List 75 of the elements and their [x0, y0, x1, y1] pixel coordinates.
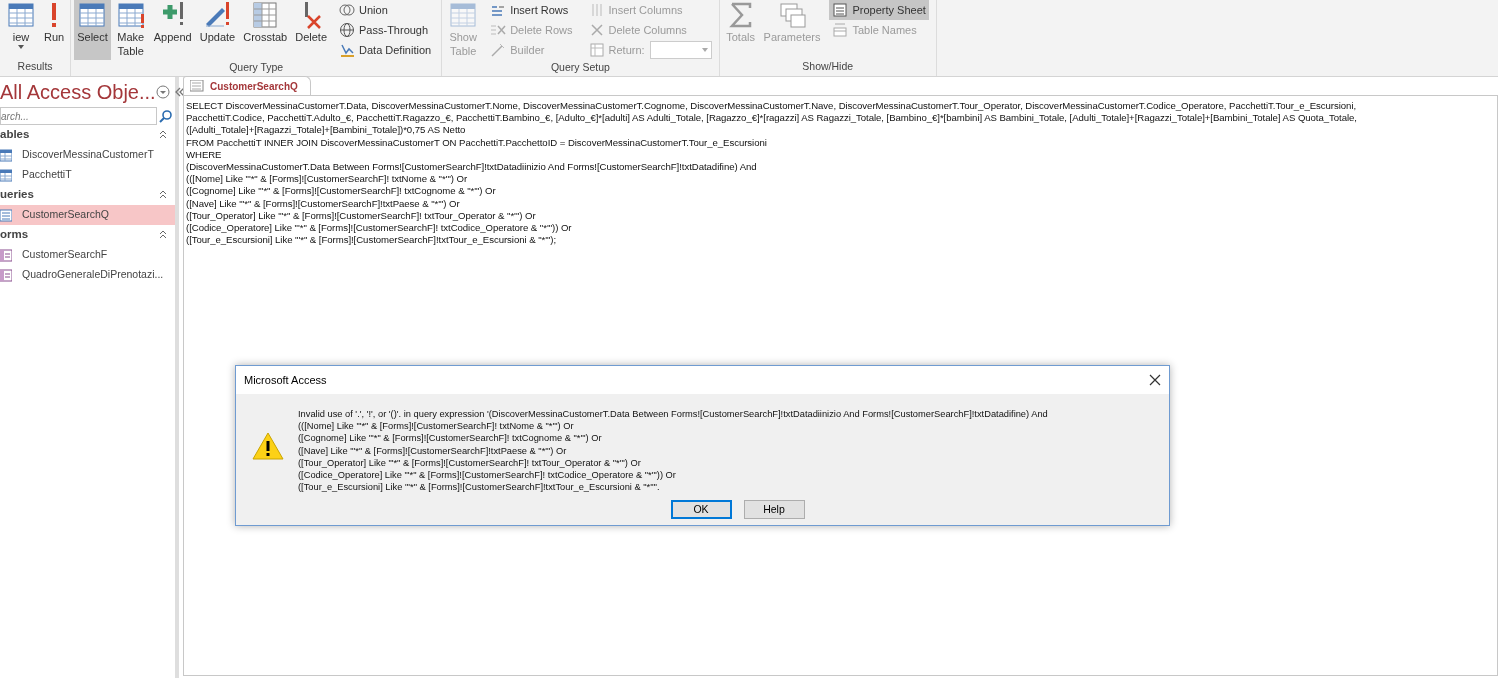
section-header[interactable]: ueries [0, 186, 34, 204]
group-label: Query Setup [549, 60, 611, 75]
ribbon-button[interactable]: Append [150, 0, 195, 60]
message-line: Invalid use of '.', '!', or '()'. in query expression '(DiscoverMessinaCustomerT.Data Between Forms![CustomerSearchF]!txtDatadiinizio And Forms![CustomerSearchF]!txtDatadifine) And [298, 408, 1048, 421]
close-icon [1149, 374, 1161, 386]
collapse-icon [159, 130, 167, 140]
caret-icon [701, 48, 708, 52]
sql-line: ([Adulti_Totale]+[Ragazzi_Totale]+[Bambini_Totale])*0,75 AS Netto [186, 124, 467, 137]
wand-icon [490, 42, 507, 58]
ribbon-button[interactable]: iew [3, 0, 39, 59]
nav-item[interactable]: CustomerSearchF [0, 245, 175, 265]
ribbon-button[interactable]: Delete [292, 0, 330, 60]
query-icon [190, 80, 204, 92]
search-icon [159, 109, 173, 123]
collapse-icon [173, 86, 186, 98]
sql-line: ([Codice_Operatore] Like "'*" & [Forms]![CustomerSearchF]! txtCodice_Operatore & "*'")) Or [186, 222, 573, 235]
nav-item[interactable]: PacchettiT [0, 165, 175, 185]
exclamation-icon [52, 3, 57, 27]
search-field[interactable]: arch... [0, 107, 157, 125]
warning-icon [252, 432, 284, 460]
globe-icon [339, 22, 355, 38]
message-line: ([Cognome] Like "'*" & [Forms]![CustomerSearchF]! txtCognome & "*'") Or [298, 432, 603, 445]
message-line: ([Tour_Operator] Like "'*" & [Forms]![CustomerSearchF]! txtTour_Operator & "*'") Or [298, 456, 642, 469]
sql-line: PacchettiT.Codice, PacchettiT.Adulto_€, PacchettiT.Ragazzo_€, PacchettiT.Bambino_€, [Adulto_€]*[adulti] AS Adulti_Totale, [Ragazzo_€]*[ragazzi] AS Ragazzi_Totale, [Bambino_€]*[bambini] AS Bambini_Totale, [Adulti_Totale]+[Ragazzi_Totale]+[Bambini_Totale] AS Quota_Totale, [186, 112, 1358, 125]
message-line: ([Codice_Operatore] Like "'*" & [Forms]![CustomerSearchF]! txtCodice_Operatore & "*'")) Or [298, 469, 677, 482]
table-icon [77, 0, 108, 30]
collapse-icon [159, 190, 167, 200]
sql-line: ([Tour_Operator] Like "'*" & [Forms]![CustomerSearchF]! txtTour_Operator & "*'") Or [186, 209, 537, 223]
nav-item[interactable]: QuadroGeneraleDiPrenotazi... [0, 265, 175, 285]
ribbon-button[interactable]: Insert Rows [487, 0, 576, 20]
ribbon-button[interactable]: Select [74, 0, 111, 60]
ribbon-button[interactable]: Union [336, 0, 435, 20]
message-line: ([Tour_e_Escursioni] Like "'*" & [Forms]![CustomerSearchF]!txtTour_e_Escursioni & "*'"'. [298, 481, 661, 494]
delete-columns-icon [588, 22, 605, 38]
list-icon [832, 2, 849, 18]
group-label: Show/Hide [801, 59, 855, 74]
nav-item[interactable]: CustomerSearchQ [0, 205, 175, 225]
caret-icon [17, 44, 25, 50]
table-names-icon [832, 22, 849, 38]
dialog-title: Microsoft Access [244, 372, 327, 388]
message-line: ([Nave] Like "'*" & [Forms]![CustomerSearchF]!txtPaese & "*'") Or [298, 444, 568, 457]
pane-title: All Access Obje... [0, 80, 156, 105]
dialog-button[interactable]: OK [670, 500, 732, 519]
ribbon-button[interactable]: Property Sheet [829, 0, 929, 20]
ribbon-button[interactable]: Update [196, 0, 239, 60]
query-icon [0, 208, 12, 222]
ribbon-button[interactable]: Crosstab [240, 0, 291, 60]
message-line: (([Nome] Like "'*" & [Forms]![CustomerSearchF]! txtNome & "*'") Or [298, 420, 575, 433]
ribbon-button[interactable]: Make Table [112, 0, 149, 60]
ribbon-button[interactable]: Pass-Through [336, 20, 435, 40]
dropdown-icon [155, 85, 170, 99]
sql-line: ([Cognome] Like "'*" & [Forms]![CustomerSearchF]! txtCognome & "*'") Or [186, 185, 497, 198]
delete-rows-icon [490, 22, 507, 38]
sql-line: WHERE [186, 148, 223, 161]
return-label: Return: [585, 40, 648, 60]
sql-line: SELECT DiscoverMessinaCustomerT.Data, DiscoverMessinaCustomerT.Nome, DiscoverMessinaCustomerT.Cognome, DiscoverMessinaCustomerT.Nave, DiscoverMessinaCustomerT.Tour_Operator, DiscoverMessinaCustomerT.Codice_Operatore, PacchettiT.Tour_e_Escursioni, [186, 100, 1358, 113]
collapse-icon [159, 230, 167, 240]
union-icon [339, 2, 355, 18]
section-header[interactable]: ables [0, 126, 30, 144]
ribbon-button[interactable]: Data Definition [336, 40, 435, 60]
sql-line: ([Tour_e_Escursioni] Like "'*" & [Forms]![CustomerSearchF]!txtTour_e_Escursioni & "*'"); [186, 234, 558, 247]
group-label: Results [16, 59, 54, 74]
nav-item[interactable]: DiscoverMessinaCustomerT [0, 145, 175, 165]
return-icon [588, 42, 605, 58]
group-label: Query Type [228, 60, 285, 75]
sql-line: FROM PacchettiT INNER JOIN DiscoverMessinaCustomerT ON PacchettiT.PacchettoID = DiscoverMessinaCustomerT.Tour_e_Escursioni [186, 136, 768, 149]
sql-line: (([Nome] Like "'*" & [Forms]![CustomerSearchF]! txtNome & "*'") Or [186, 173, 469, 186]
sql-line: ([Nave] Like "'*" & [Forms]![CustomerSearchF]!txtPaese & "*'") Or [186, 197, 461, 210]
section-header[interactable]: orms [0, 226, 29, 244]
ribbon-button[interactable]: Run [41, 0, 68, 59]
ruler-icon [339, 42, 355, 58]
document-tab[interactable]: CustomerSearchQ [183, 76, 311, 95]
table-icon [448, 0, 479, 30]
sql-line: (DiscoverMessinaCustomerT.Data Between Forms![CustomerSearchF]!txtDatadiinizio And Forms![CustomerSearchF]!txtDatadifine) And [186, 161, 758, 174]
dialog-button[interactable]: Help [743, 500, 805, 519]
